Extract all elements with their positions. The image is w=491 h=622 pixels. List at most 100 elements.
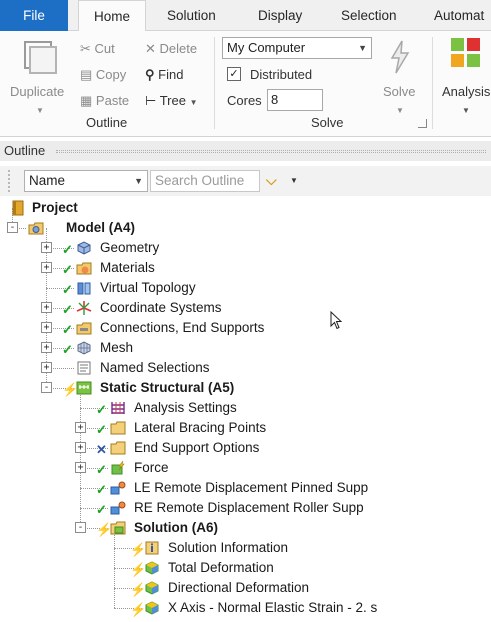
magnifier-icon: ⚲ <box>145 67 155 82</box>
tree-node[interactable]: ⚡ Total Deformation <box>0 558 491 578</box>
coordinate-systems-icon <box>76 301 92 315</box>
tree-node[interactable]: + ✓ Geometry <box>0 238 491 258</box>
outline-group-label: Outline <box>86 115 128 130</box>
expand-toggle-icon[interactable]: + <box>75 462 86 473</box>
tree-node-label: Total Deformation <box>168 560 274 575</box>
expand-toggle-icon[interactable]: + <box>41 342 52 353</box>
expand-toggle-icon[interactable]: + <box>41 322 52 333</box>
tab-selection[interactable]: Selection <box>341 0 397 31</box>
collapse-toggle-icon[interactable]: - <box>7 222 18 233</box>
checkmark-status-icon: ✓ <box>96 502 107 517</box>
name-filter-value: Name <box>29 173 66 188</box>
solve-group-label: Solve <box>311 115 344 130</box>
tree-label: Tree <box>159 93 186 108</box>
tree-node[interactable]: + ✓ Mesh <box>0 338 491 358</box>
folder-icon <box>110 441 126 455</box>
tree-node-label: LE Remote Displacement Pinned Supp <box>134 480 369 495</box>
tab-home[interactable]: Home <box>78 0 146 32</box>
tree-node[interactable]: - ⚡ Static Structural (A5) <box>0 378 491 398</box>
tree-node-label: X Axis - Normal Elastic Strain - 2. s <box>168 600 378 615</box>
tab-display[interactable]: Display <box>258 0 302 31</box>
tree-node-label: Materials <box>100 260 155 275</box>
tree-node[interactable]: + ✓ Coordinate Systems <box>0 298 491 318</box>
static-structural-icon <box>76 381 92 395</box>
cut-label: Cut <box>94 41 115 56</box>
tree-button[interactable]: ⊢ Tree ▼ <box>145 93 198 109</box>
solve-button[interactable]: Solve <box>383 84 416 99</box>
tree-node[interactable]: ✓ RE Remote Displacement Roller Supp <box>0 498 491 518</box>
checkmark-status-icon: ✓ <box>62 342 73 357</box>
remote-displacement-icon <box>110 501 126 515</box>
tree-node[interactable]: + ✕ End Support Options <box>0 438 491 458</box>
expand-toggle-icon[interactable]: + <box>75 422 86 433</box>
checkmark-status-icon: ✓ <box>96 422 107 437</box>
tree-node[interactable]: + Named Selections <box>0 358 491 378</box>
name-filter-select[interactable]: Name ▼ <box>24 170 148 192</box>
tree-node[interactable]: - ⚡ Solution (A6) <box>0 518 491 538</box>
toolbar-overflow-icon[interactable]: ▼ <box>290 176 298 185</box>
expand-toggle-icon[interactable]: + <box>41 242 52 253</box>
solution-icon <box>110 521 126 535</box>
analysis-button[interactable]: Analysis <box>442 84 490 99</box>
tree-node[interactable]: - Model (A4) <box>0 218 491 238</box>
virtual-topology-icon <box>77 282 91 295</box>
tree-node[interactable]: Project <box>0 198 491 218</box>
solve-group-launcher-icon[interactable] <box>418 119 427 128</box>
expand-toggle-icon[interactable]: + <box>41 262 52 273</box>
tree-node[interactable]: ✓ Virtual Topology <box>0 278 491 298</box>
collapse-toggle-icon[interactable]: - <box>75 522 86 533</box>
solve-machine-select[interactable]: My Computer ▼ <box>222 37 372 59</box>
distributed-checkbox[interactable]: ✓ <box>227 67 241 81</box>
copy-button[interactable]: ▤ Copy <box>80 67 126 83</box>
tree-icon: ⊢ <box>145 93 157 108</box>
duplicate-dropdown-arrow[interactable]: ▼ <box>36 106 44 115</box>
named-selections-icon <box>77 361 91 375</box>
chevron-down-icon: ▼ <box>358 43 367 53</box>
tree-node[interactable]: + ✓ Connections, End Supports <box>0 318 491 338</box>
checkmark-status-icon: ✓ <box>96 462 107 477</box>
result-icon <box>145 561 159 575</box>
tree-node[interactable]: ✓ Analysis Settings <box>0 398 491 418</box>
tree-node[interactable]: ⚡ Directional Deformation <box>0 578 491 598</box>
expand-toggle-icon[interactable]: + <box>41 302 52 313</box>
delete-icon: ✕ <box>145 41 156 56</box>
connections-icon <box>76 322 92 335</box>
search-outline-input[interactable]: Search Outline <box>150 170 260 192</box>
tree-node-label: Connections, End Supports <box>100 320 265 335</box>
tree-node[interactable]: ✓ LE Remote Displacement Pinned Supp <box>0 478 491 498</box>
tree-node[interactable]: + ✓ Lateral Bracing Points <box>0 418 491 438</box>
checkmark-status-icon: ✓ <box>62 302 73 317</box>
expand-toggle-icon[interactable]: + <box>41 362 52 373</box>
analysis-dropdown-arrow[interactable]: ▼ <box>462 106 470 115</box>
model-icon <box>28 222 44 235</box>
tree-dropdown-arrow: ▼ <box>189 98 198 107</box>
tree-node[interactable]: ⚡ X Axis - Normal Elastic Strain - 2. s <box>0 598 491 618</box>
outline-tree: Project - Model (A4) + ✓ Geometry + ✓ Materials ✓… <box>0 198 491 622</box>
toolbar-grip[interactable] <box>8 170 12 192</box>
result-icon <box>145 581 159 595</box>
tab-solution[interactable]: Solution <box>167 0 216 31</box>
duplicate-button[interactable]: Duplicate <box>10 84 64 99</box>
solve-lightning-icon <box>390 40 410 74</box>
copy-icon: ▤ <box>80 67 93 82</box>
tree-node-label: Virtual Topology <box>100 280 196 295</box>
delete-button[interactable]: ✕ Delete <box>145 41 197 57</box>
tree-node[interactable]: + ✓ Force <box>0 458 491 478</box>
collapse-toggle-icon[interactable]: - <box>41 382 52 393</box>
cut-button[interactable]: ✂ Cut <box>80 41 115 57</box>
expand-toggle-icon[interactable]: + <box>75 442 86 453</box>
tab-automation[interactable]: Automat <box>434 0 484 31</box>
expand-chevron-icon[interactable]: ⌵ <box>266 172 277 189</box>
delete-label: Delete <box>159 41 198 56</box>
paste-button[interactable]: ▦ Paste <box>80 93 129 109</box>
solve-machine-value: My Computer <box>227 40 306 55</box>
find-button[interactable]: ⚲ Find <box>145 67 183 83</box>
tree-node[interactable]: + ✓ Materials <box>0 258 491 278</box>
tree-node[interactable]: ⚡ Solution Information <box>0 538 491 558</box>
ribbon-tab-bar: File Home Solution Display Selection Aut… <box>0 0 491 32</box>
pane-drag-handle[interactable] <box>56 150 486 153</box>
outline-toolbar: Name ▼ Search Outline ⌵ ▼ <box>0 166 491 196</box>
solve-dropdown-arrow[interactable]: ▼ <box>396 106 404 115</box>
tab-file[interactable]: File <box>0 0 68 31</box>
cores-input[interactable]: 8 <box>267 89 323 111</box>
